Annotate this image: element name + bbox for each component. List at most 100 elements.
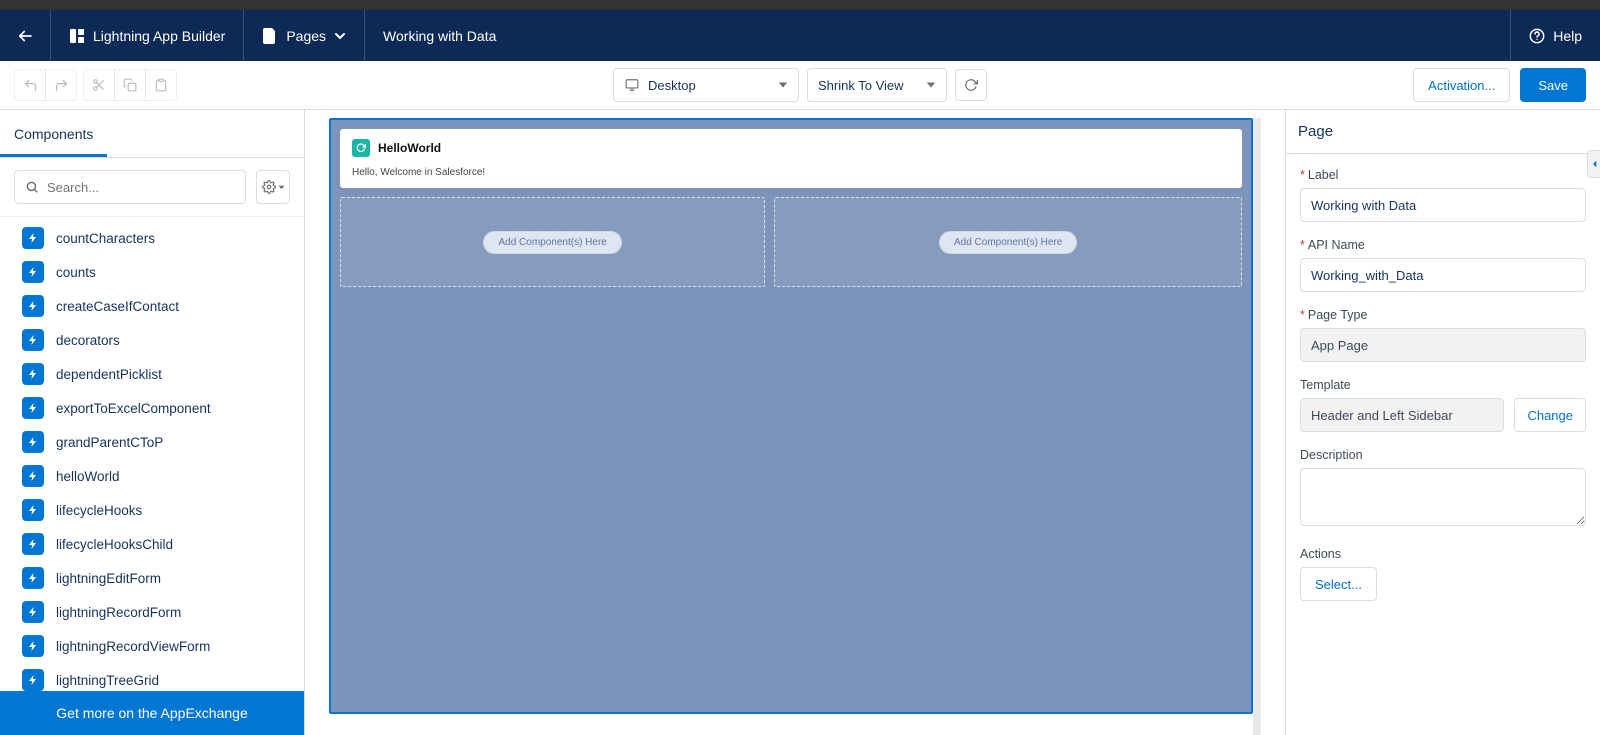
- cut-icon: [92, 78, 106, 92]
- copy-button[interactable]: [114, 69, 146, 101]
- zoom-select[interactable]: Shrink To View: [807, 68, 947, 102]
- left-panel: Components countCharacters counts: [0, 110, 305, 735]
- lightning-bolt-icon: [22, 465, 44, 487]
- tab-components[interactable]: Components: [0, 110, 107, 157]
- canvas-dropzone-left[interactable]: Add Component(s) Here: [340, 197, 765, 287]
- viewport-select[interactable]: Desktop: [613, 68, 799, 102]
- component-item[interactable]: lightningEditForm: [0, 561, 304, 595]
- template-readonly: Header and Left Sidebar: [1300, 398, 1504, 432]
- select-actions-button[interactable]: Select...: [1300, 567, 1377, 601]
- canvas-scrollbar[interactable]: [1253, 118, 1261, 735]
- paste-icon: [154, 78, 168, 92]
- caret-down-icon: [778, 80, 788, 90]
- caret-down-icon: [926, 80, 936, 90]
- pages-dropdown[interactable]: Pages: [244, 10, 365, 61]
- component-item-label: helloWorld: [56, 469, 120, 484]
- lightning-bolt-icon: [22, 329, 44, 351]
- app-header: Lightning App Builder Pages Working with…: [0, 10, 1600, 61]
- page-canvas[interactable]: HelloWorld Hello, Welcome in Salesforce!…: [329, 118, 1253, 714]
- cut-button[interactable]: [83, 69, 115, 101]
- component-item-label: counts: [56, 265, 96, 280]
- help-label: Help: [1553, 28, 1582, 44]
- lightning-bolt-icon: [22, 227, 44, 249]
- canvas-component-helloworld[interactable]: HelloWorld Hello, Welcome in Salesforce!: [340, 129, 1242, 188]
- canvas-area: HelloWorld Hello, Welcome in Salesforce!…: [305, 110, 1285, 735]
- right-panel-title: Page: [1286, 110, 1600, 154]
- app-builder-icon: [69, 28, 85, 44]
- paste-button[interactable]: [145, 69, 177, 101]
- chevron-left-icon: [1591, 159, 1599, 169]
- component-item[interactable]: counts: [0, 255, 304, 289]
- component-item[interactable]: countCharacters: [0, 221, 304, 255]
- component-item-label: createCaseIfContact: [56, 299, 179, 314]
- pages-label: Pages: [286, 28, 326, 44]
- main-area: Components countCharacters counts: [0, 110, 1600, 735]
- label-input[interactable]: [1300, 188, 1586, 222]
- redo-button[interactable]: [45, 69, 77, 101]
- component-item-label: lightningRecordForm: [56, 605, 181, 620]
- component-item[interactable]: exportToExcelComponent: [0, 391, 304, 425]
- lightning-bolt-icon: [22, 601, 44, 623]
- component-item[interactable]: lifecycleHooks: [0, 493, 304, 527]
- canvas-dropzone-right[interactable]: Add Component(s) Here: [774, 197, 1242, 287]
- app-title: Lightning App Builder: [93, 28, 225, 44]
- lightning-bolt-icon: [22, 397, 44, 419]
- undo-button[interactable]: [14, 69, 46, 101]
- appexchange-button[interactable]: Get more on the AppExchange: [0, 691, 304, 735]
- apiname-field-label: API Name: [1308, 238, 1365, 252]
- caret-down-icon: [278, 184, 285, 191]
- help-button[interactable]: Help: [1510, 10, 1600, 61]
- refresh-button[interactable]: [955, 69, 987, 101]
- activation-button[interactable]: Activation...: [1413, 68, 1510, 102]
- change-template-button[interactable]: Change: [1514, 398, 1586, 432]
- current-page-name-text: Working with Data: [383, 28, 496, 44]
- canvas-card-title: HelloWorld: [378, 141, 441, 155]
- component-item[interactable]: lightningRecordForm: [0, 595, 304, 629]
- component-item-label: countCharacters: [56, 231, 155, 246]
- pagetype-readonly: App Page: [1300, 328, 1586, 362]
- component-item[interactable]: helloWorld: [0, 459, 304, 493]
- component-item-label: dependentPicklist: [56, 367, 162, 382]
- component-search-input[interactable]: [47, 180, 235, 195]
- monitor-icon: [624, 78, 640, 92]
- custom-component-icon: [352, 139, 370, 157]
- description-textarea[interactable]: [1300, 468, 1586, 526]
- component-search[interactable]: [14, 170, 246, 204]
- component-item-label: lightningEditForm: [56, 571, 161, 586]
- refresh-icon: [964, 78, 978, 92]
- zoom-label: Shrink To View: [818, 78, 904, 93]
- component-item[interactable]: lightningRecordViewForm: [0, 629, 304, 663]
- component-item[interactable]: grandParentCToP: [0, 425, 304, 459]
- redo-icon: [54, 78, 69, 93]
- lightning-bolt-icon: [22, 431, 44, 453]
- gear-icon: [262, 180, 276, 194]
- template-field-label: Template: [1300, 378, 1351, 392]
- component-item-label: grandParentCToP: [56, 435, 163, 450]
- save-button[interactable]: Save: [1520, 68, 1586, 102]
- tab-components-label: Components: [14, 126, 93, 142]
- description-field-label: Description: [1300, 448, 1363, 462]
- viewport-label: Desktop: [648, 78, 696, 93]
- component-item[interactable]: lightningTreeGrid: [0, 663, 304, 691]
- help-icon: [1529, 28, 1545, 44]
- toolbar: Desktop Shrink To View Activation... Sav…: [0, 61, 1600, 110]
- lightning-bolt-icon: [22, 363, 44, 385]
- component-item-label: lightningRecordViewForm: [56, 639, 210, 654]
- apiname-input[interactable]: [1300, 258, 1586, 292]
- lightning-bolt-icon: [22, 669, 44, 691]
- component-item[interactable]: createCaseIfContact: [0, 289, 304, 323]
- collapse-right-panel-button[interactable]: [1587, 150, 1600, 178]
- component-item-label: lightningTreeGrid: [56, 673, 159, 688]
- lightning-bolt-icon: [22, 635, 44, 657]
- search-icon: [25, 180, 39, 194]
- component-item[interactable]: decorators: [0, 323, 304, 357]
- component-list[interactable]: countCharacters counts createCaseIfConta…: [0, 217, 304, 691]
- right-panel: Page *Label *API Name *Page Type App Pag…: [1285, 110, 1600, 735]
- back-button[interactable]: [0, 10, 51, 61]
- component-settings-button[interactable]: [256, 170, 290, 204]
- component-item[interactable]: dependentPicklist: [0, 357, 304, 391]
- undo-icon: [23, 78, 38, 93]
- component-item[interactable]: lifecycleHooksChild: [0, 527, 304, 561]
- lightning-bolt-icon: [22, 533, 44, 555]
- actions-field-label: Actions: [1300, 547, 1341, 561]
